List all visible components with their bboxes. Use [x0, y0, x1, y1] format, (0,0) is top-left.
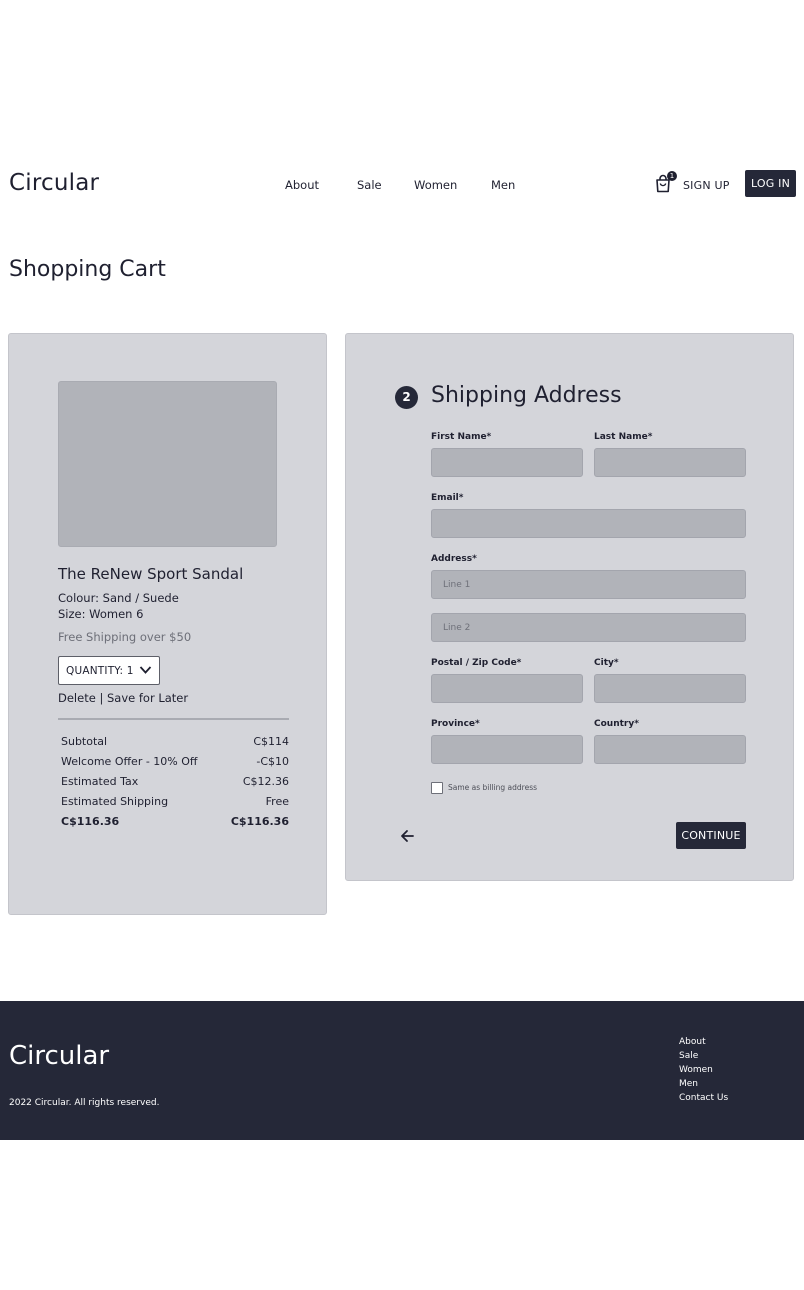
footer-logo[interactable]: Circular: [9, 1041, 109, 1071]
last-name-field[interactable]: [594, 448, 746, 477]
summary-row-subtotal: Subtotal C$114: [61, 735, 289, 748]
summary-value: C$114: [253, 735, 289, 748]
nav-sale[interactable]: Sale: [357, 178, 382, 192]
address-line2-field[interactable]: Line 2: [431, 613, 746, 642]
summary-value: C$12.36: [242, 775, 289, 788]
step-number-badge: 2: [395, 386, 418, 409]
nav-women[interactable]: Women: [414, 178, 457, 192]
actions-separator: |: [99, 691, 104, 705]
delete-link[interactable]: Delete: [58, 691, 96, 705]
email-label: Email*: [431, 493, 464, 503]
country-label: Country*: [594, 719, 639, 729]
cart-item-actions: Delete | Save for Later: [58, 691, 188, 705]
product-name: The ReNew Sport Sandal: [58, 565, 244, 583]
quantity-label: QUANTITY: 1: [66, 665, 134, 677]
summary-value: C$116.36: [230, 815, 289, 828]
last-name-label: Last Name*: [594, 432, 653, 442]
postal-field[interactable]: [431, 674, 583, 703]
summary-label: Welcome Offer - 10% Off: [61, 755, 198, 768]
cart-icon[interactable]: 1: [654, 171, 677, 194]
summary-row-shipping: Estimated Shipping Free: [61, 795, 289, 808]
summary-value: Free: [265, 795, 289, 808]
summary-row-total: C$116.36 C$116.36: [61, 815, 289, 828]
province-field[interactable]: [431, 735, 583, 764]
save-for-later-link[interactable]: Save for Later: [107, 691, 188, 705]
summary-divider: [58, 718, 289, 720]
nav-men[interactable]: Men: [491, 178, 515, 192]
summary-label: Estimated Tax: [61, 775, 139, 788]
city-label: City*: [594, 658, 619, 668]
footer-link-contact[interactable]: Contact Us: [679, 1093, 728, 1103]
shipping-title: Shipping Address: [431, 383, 622, 408]
email-field[interactable]: [431, 509, 746, 538]
line2-placeholder: Line 2: [443, 623, 471, 633]
arrow-left-icon: [401, 830, 414, 842]
same-billing-checkbox[interactable]: [431, 782, 443, 794]
back-button[interactable]: [399, 828, 415, 844]
summary-label: Subtotal: [61, 735, 108, 748]
product-size: Size: Women 6: [58, 607, 144, 621]
line1-placeholder: Line 1: [443, 580, 471, 590]
footer-link-sale[interactable]: Sale: [679, 1051, 698, 1061]
page-title: Shopping Cart: [9, 257, 166, 282]
summary-row-tax: Estimated Tax C$12.36: [61, 775, 289, 788]
city-field[interactable]: [594, 674, 746, 703]
copyright: 2022 Circular. All rights reserved.: [9, 1098, 160, 1108]
product-colour: Colour: Sand / Suede: [58, 591, 179, 605]
summary-value: -C$10: [256, 755, 289, 768]
first-name-label: First Name*: [431, 432, 492, 442]
footer-link-men[interactable]: Men: [679, 1079, 698, 1089]
summary-row-welcome-offer: Welcome Offer - 10% Off -C$10: [61, 755, 289, 768]
same-billing-label[interactable]: Same as billing address: [448, 783, 537, 792]
cart-count-badge: 1: [667, 171, 677, 181]
free-shipping-note: Free Shipping over $50: [58, 630, 192, 644]
first-name-field[interactable]: [431, 448, 583, 477]
signup-link[interactable]: SIGN UP: [683, 179, 730, 192]
address-label: Address*: [431, 554, 477, 564]
chevron-down-icon: [139, 666, 152, 674]
summary-label: Estimated Shipping: [61, 795, 169, 808]
login-button[interactable]: LOG IN: [745, 170, 796, 197]
summary-label: C$116.36: [61, 815, 120, 828]
postal-label: Postal / Zip Code*: [431, 658, 522, 668]
province-label: Province*: [431, 719, 480, 729]
shipping-panel: [345, 333, 794, 881]
continue-button[interactable]: CONTINUE: [676, 822, 746, 849]
nav-about[interactable]: About: [285, 178, 319, 192]
footer-link-about[interactable]: About: [679, 1037, 706, 1047]
quantity-select[interactable]: QUANTITY: 1: [58, 656, 160, 685]
footer-link-women[interactable]: Women: [679, 1065, 713, 1075]
address-line1-field[interactable]: Line 1: [431, 570, 746, 599]
product-image: [58, 381, 277, 547]
country-field[interactable]: [594, 735, 746, 764]
site-logo[interactable]: Circular: [9, 170, 99, 196]
